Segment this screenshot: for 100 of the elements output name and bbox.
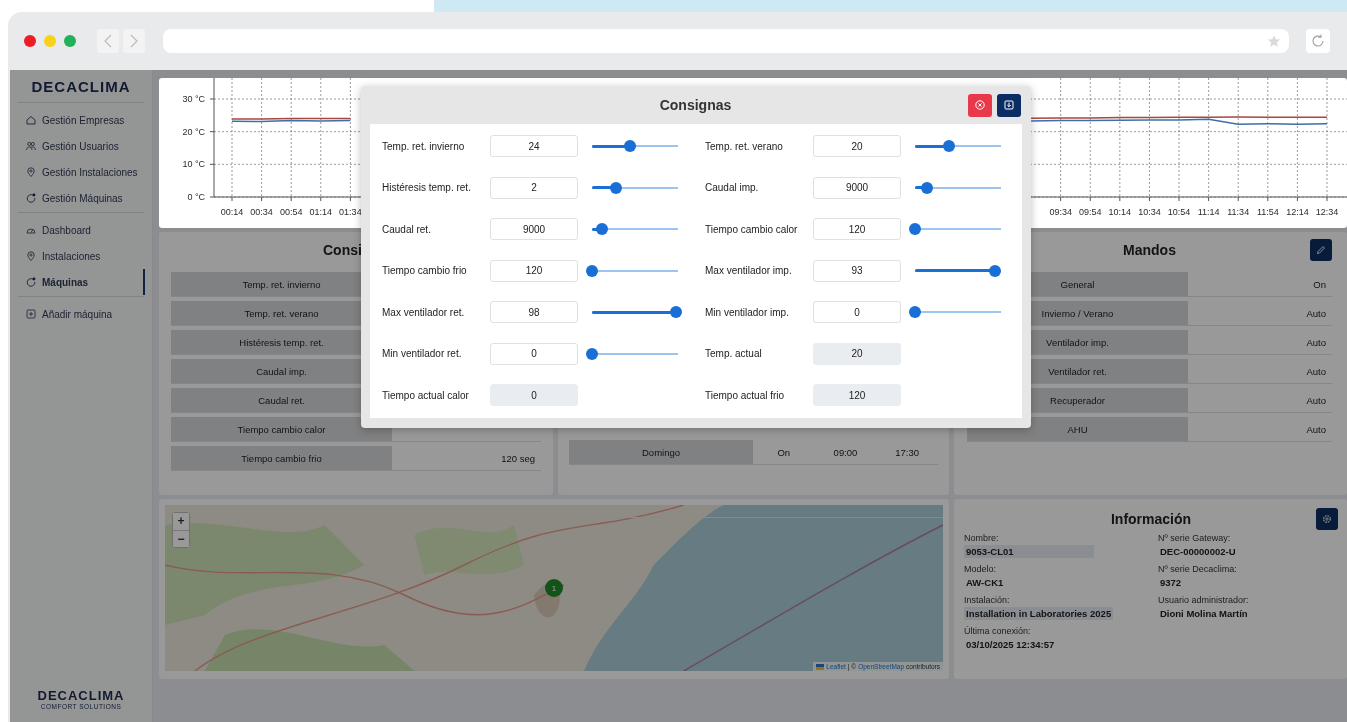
slider-thumb[interactable] [586,347,598,360]
logo: DECACLIMA [30,76,132,97]
sidebar-item[interactable]: Dashboard [10,217,145,243]
field-label: Min ventilador imp. [705,306,790,318]
sidebar-item[interactable]: Gestión Máquinas [10,185,145,211]
axis-label: 10:14 [1108,207,1132,217]
field-value: DEC-00000002-U [1159,545,1237,558]
readonly-field: 120 [813,384,901,406]
number-field[interactable]: 120 [490,259,578,282]
table-cell: Tiempo cambio frio [171,446,392,470]
users-icon [26,141,36,151]
close-button[interactable] [24,35,36,47]
field-label: Histéresis temp. ret. [382,182,472,193]
table-cell: Tiempo cambio calor [171,417,392,441]
field-label: Caudal ret. [382,223,432,235]
field-label: Tiempo actual frio [705,389,786,401]
zoom-out-button[interactable]: − [173,530,189,547]
field-label: Instalación: [964,595,1011,605]
star-icon[interactable] [1267,34,1281,48]
table-cell-text: 120 seg [500,451,536,466]
field-label: Nº serie Gateway: [1158,533,1232,543]
table-cell: Domingo [569,440,753,464]
number-field[interactable]: 0 [490,342,578,365]
slider-thumb[interactable] [909,223,921,235]
field-label: Temp. ret. verano [705,140,784,152]
field-label: Max ventilador imp. [705,265,793,276]
axis-label: 09:54 [1079,207,1102,217]
close-button[interactable] [968,93,992,117]
slider-thumb[interactable] [623,140,636,152]
axis-label: 00:14 [220,207,244,217]
number-field[interactable]: 0 [813,301,901,323]
slider-thumb[interactable] [670,306,683,318]
home-icon [26,115,36,125]
location-pin-icon [26,251,36,261]
slider-thumb[interactable] [586,264,598,277]
chevron-right-icon [130,34,138,48]
axis-label: 10:54 [1167,207,1191,217]
cycle-icon [26,193,36,203]
card-title: Consi [322,242,363,258]
axis-label: 10 °C [182,159,205,170]
axis-label: 12:34 [1315,207,1339,217]
axis-label: 11:34 [1227,207,1250,217]
settings-icon [1322,514,1332,524]
field-label: Usuario administrador: [1158,595,1250,605]
axis-label: 11:14 [1197,207,1220,217]
pencil-icon [1316,245,1326,255]
sidebar-item[interactable]: Gestión Instalaciones [10,159,145,185]
table-cell-text: Auto [1305,335,1327,350]
close-icon [975,100,985,110]
field-value: 9053-CL01 [964,545,1094,558]
slider-thumb[interactable] [596,223,609,235]
field-value: 9372 [1159,576,1183,589]
modal-title: Consignas [659,97,732,113]
address-field[interactable] [163,29,1289,53]
save-button[interactable] [997,93,1021,117]
axis-label: 11:54 [1256,207,1279,217]
field-label: Nombre: [964,533,1000,543]
number-field[interactable]: 93 [813,259,901,282]
slider-thumb[interactable] [988,264,1001,277]
number-field[interactable]: 24 [490,135,578,157]
flag-icon [816,663,825,670]
field-label: Temp. actual [705,348,763,359]
axis-label: 10:34 [1138,207,1161,217]
sidebar-item[interactable]: Instalaciones [10,243,145,269]
settings-button[interactable] [1316,508,1338,530]
slider-thumb[interactable] [909,306,921,318]
sidebar-item[interactable]: Añadir máquina [10,301,145,327]
axis-label: 01:34 [339,207,362,217]
location-pin-icon [26,167,36,177]
number-field[interactable]: 98 [490,301,578,323]
sidebar-item[interactable]: Gestión Usuarios [10,133,145,159]
table-cell-text: Auto [1305,422,1327,437]
slider-thumb[interactable] [921,181,934,194]
table-cell-text: Auto [1305,306,1327,321]
axis-label: 00:54 [279,207,303,217]
number-field[interactable]: 2 [490,176,578,199]
field-label: Última conexión: [964,626,1032,636]
reload-icon [1310,33,1326,49]
card-title: Mandos [1123,242,1176,258]
slider-thumb[interactable] [943,140,956,152]
number-field[interactable]: 120 [813,218,901,240]
number-field[interactable]: 9000 [490,218,578,240]
axis-label: 30 °C [182,94,205,104]
field-label: Caudal imp. [705,182,760,193]
field-label: Nº serie Decaclima: [1158,564,1238,574]
number-field[interactable]: 9000 [813,176,901,199]
field-value: 03/10/2025 12:34:57 [965,638,1056,651]
table-cell-text: Auto [1305,393,1327,408]
axis-label: 12:14 [1286,207,1309,217]
number-field[interactable]: 20 [813,135,901,157]
axis-label: 20 °C [182,126,205,137]
slider-thumb[interactable] [610,181,623,194]
table-cell-text: On [776,445,792,460]
logo: DECACLIMA [36,688,126,703]
table-cell-text: 17:30 [894,445,921,460]
readonly-field: 20 [813,342,901,365]
chevron-left-icon [104,34,112,48]
plus-square-icon [26,309,36,319]
sidebar-item[interactable]: Gestión Empresas [10,107,145,133]
readonly-field: 0 [490,384,578,406]
